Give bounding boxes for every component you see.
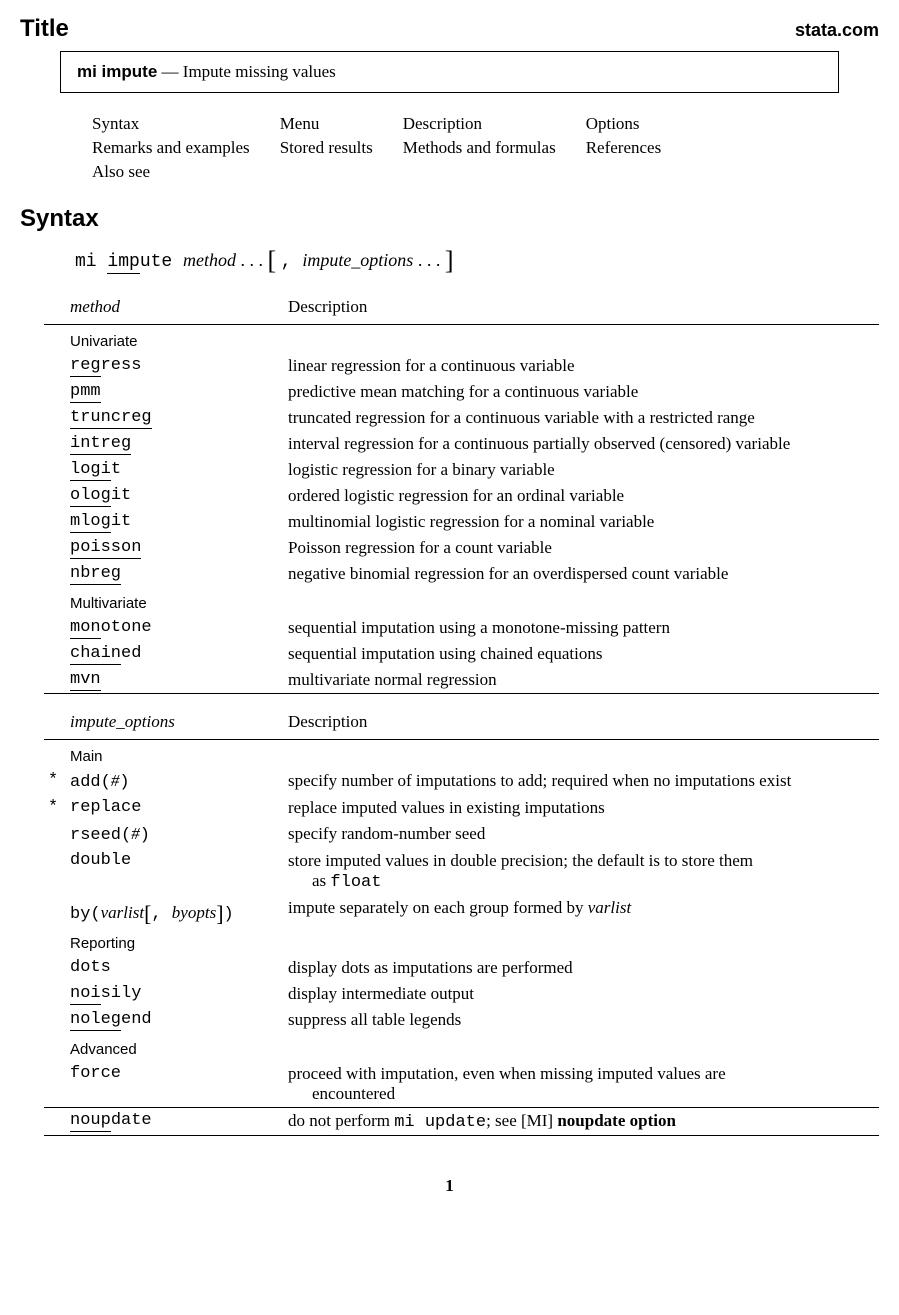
desc-replace: replace imputed values in existing imput… (284, 795, 879, 821)
group-main: Main (66, 740, 879, 769)
method-mvn: mvn (70, 670, 101, 691)
opt-double: double (66, 848, 284, 895)
desc-chained: sequential imputation using chained equa… (284, 641, 879, 667)
syntax-dots1: . . . (236, 250, 268, 270)
options-table: impute_options Description Main * add(#)… (44, 706, 879, 1136)
syntax-dots2: . . . (413, 250, 445, 270)
method-regress: reg (70, 356, 101, 377)
group-multivariate: Multivariate (66, 587, 879, 615)
desc-truncreg: truncated regression for a continuous va… (284, 405, 879, 431)
nav-references[interactable]: References (586, 138, 662, 157)
bracket-open: [ (268, 246, 277, 275)
desc-logit: logistic regression for a binary variabl… (284, 457, 879, 483)
method-nbreg: nbreg (70, 564, 121, 585)
page-number: 1 (20, 1176, 879, 1196)
nav-links: Syntax Menu Description Options Remarks … (90, 111, 879, 185)
header: Title stata.com (20, 15, 879, 43)
syntax-line: mi impute method . . . [ , impute_option… (75, 243, 879, 273)
star-replace: * (44, 795, 66, 821)
nav-alsosee[interactable]: Also see (92, 162, 150, 181)
method-intreg: intreg (70, 434, 131, 455)
method-poisson: poisson (70, 538, 141, 559)
opt-nolegend: nolegend (66, 1007, 284, 1033)
desc-mlogit: multinomial logistic regression for a no… (284, 509, 879, 535)
method-pmm: pmm (70, 382, 101, 403)
desc-add: specify number of imputations to add; re… (284, 768, 879, 795)
star-add: * (44, 768, 66, 795)
desc-rseed: specify random-number seed (284, 821, 879, 848)
opt-dots: dots (66, 955, 284, 981)
site-link[interactable]: stata.com (795, 20, 879, 41)
group-advanced: Advanced (66, 1033, 879, 1061)
title-desc: Impute missing values (183, 62, 336, 81)
opt-noisily: noisily (66, 981, 284, 1007)
opt-force: force (66, 1061, 284, 1108)
opt-add: add(#) (66, 768, 284, 795)
method-ologit: olog (70, 486, 111, 507)
syntax-opts: impute_options (302, 250, 413, 270)
method-truncreg: truncreg (70, 408, 152, 429)
desc-noupdate: do not perform mi update; see [MI] noupd… (284, 1108, 879, 1136)
desc-double: store imputed values in double precision… (284, 848, 879, 895)
desc-regress: linear regression for a continuous varia… (284, 353, 879, 379)
page-title: Title (20, 15, 69, 43)
method-chained: chain (70, 644, 121, 665)
desc-dots: display dots as imputations are performe… (284, 955, 879, 981)
opt-rseed: rseed(#) (66, 821, 284, 848)
desc-nbreg: negative binomial regression for an over… (284, 561, 879, 587)
opt-replace: replace (66, 795, 284, 821)
nav-stored[interactable]: Stored results (280, 138, 373, 157)
title-command: mi impute (77, 62, 157, 81)
options-desc-head: Description (284, 706, 879, 740)
nav-options[interactable]: Options (586, 114, 640, 133)
group-reporting: Reporting (66, 927, 879, 955)
desc-noisily: display intermediate output (284, 981, 879, 1007)
method-monotone: mon (70, 618, 101, 639)
options-head: impute_options (70, 712, 175, 731)
syntax-method: method (183, 250, 236, 270)
desc-nolegend: suppress all table legends (284, 1007, 879, 1033)
syntax-post: ute (140, 252, 183, 272)
method-mlogit: mlog (70, 512, 111, 533)
syntax-comma: , (281, 252, 303, 272)
title-box: mi impute — Impute missing values (60, 51, 839, 93)
syntax-heading: Syntax (20, 205, 879, 233)
opt-noupdate: noupdate (66, 1108, 284, 1136)
desc-by: impute separately on each group formed b… (284, 895, 879, 927)
bracket-close: ] (445, 246, 454, 275)
desc-intreg: interval regression for a continuous par… (284, 431, 879, 457)
nav-description[interactable]: Description (403, 114, 482, 133)
nav-menu[interactable]: Menu (280, 114, 320, 133)
title-dash: — (157, 62, 183, 81)
syntax-u: imp (107, 252, 139, 274)
desc-head: Description (284, 291, 879, 325)
nav-syntax[interactable]: Syntax (92, 114, 139, 133)
desc-ologit: ordered logistic regression for an ordin… (284, 483, 879, 509)
nav-methods[interactable]: Methods and formulas (403, 138, 556, 157)
method-table: method Description Univariate regresslin… (44, 291, 879, 694)
syntax-pre: mi (75, 252, 107, 272)
method-logit: logi (70, 460, 111, 481)
desc-pmm: predictive mean matching for a continuou… (284, 379, 879, 405)
opt-by: by(varlist[, byopts]) (66, 895, 284, 927)
desc-poisson: Poisson regression for a count variable (284, 535, 879, 561)
method-head: method (70, 297, 120, 316)
desc-force: proceed with imputation, even when missi… (284, 1061, 879, 1108)
group-univariate: Univariate (66, 325, 879, 354)
nav-remarks[interactable]: Remarks and examples (92, 138, 250, 157)
desc-mvn: multivariate normal regression (284, 667, 879, 694)
desc-monotone: sequential imputation using a monotone-m… (284, 615, 879, 641)
